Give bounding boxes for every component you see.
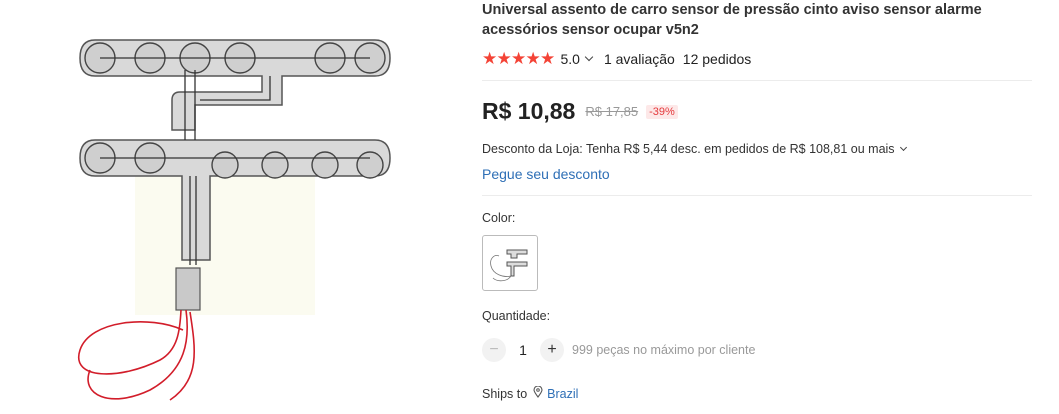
- star-icon: ★: [540, 49, 556, 68]
- orders-count: 12 pedidos: [682, 50, 752, 67]
- chevron-down-icon[interactable]: [899, 143, 907, 152]
- decrease-quantity-button[interactable]: −: [482, 338, 506, 362]
- quantity-label: Quantidade:: [482, 309, 551, 323]
- divider: [482, 195, 1032, 196]
- original-price: R$ 17,85: [585, 104, 639, 119]
- star-icon: ★: [496, 49, 512, 68]
- store-discount[interactable]: Desconto da Loja: Tenha R$ 5,44 desc. em…: [482, 142, 907, 156]
- quantity-input[interactable]: [506, 341, 540, 359]
- star-icon: ★: [511, 49, 527, 68]
- discount-badge: -39%: [646, 104, 678, 119]
- rating-value[interactable]: 5.0: [561, 51, 580, 67]
- ships-to-label: Ships to: [482, 386, 528, 401]
- star-icon: ★: [482, 49, 498, 68]
- location-pin-icon: [533, 385, 543, 401]
- color-label: Color:: [482, 211, 516, 225]
- reviews-count[interactable]: 1 avaliação: [604, 51, 675, 67]
- color-swatch[interactable]: [482, 235, 538, 291]
- product-image[interactable]: [0, 0, 470, 409]
- price-row: R$ 10,88 R$ 17,85 -39%: [482, 98, 678, 125]
- current-price: R$ 10,88: [482, 98, 576, 124]
- divider: [482, 80, 1032, 81]
- store-discount-text: Desconto da Loja: Tenha R$ 5,44 desc. em…: [482, 142, 895, 156]
- star-icon: ★: [525, 49, 541, 68]
- chevron-down-icon[interactable]: [584, 52, 594, 62]
- quantity-stepper: − + 999 peças no máximo por cliente: [482, 338, 755, 362]
- get-discount-link[interactable]: Pegue seu desconto: [482, 166, 610, 182]
- quantity-limit-note: 999 peças no máximo por cliente: [572, 343, 756, 357]
- sensor-image: [77, 39, 391, 401]
- increase-quantity-button[interactable]: +: [540, 338, 564, 362]
- swatch-thumbnail: [490, 249, 528, 282]
- shipping-row: Ships to Brazil: [482, 385, 578, 401]
- rating-row: ★ ★ ★ ★ ★ 5.0 1 avaliação 12 pedidos: [482, 50, 751, 67]
- product-title: Universal assento de carro sensor de pre…: [482, 2, 982, 38]
- star-rating[interactable]: ★ ★ ★ ★ ★: [482, 50, 555, 67]
- ships-to-country[interactable]: Brazil: [547, 387, 578, 401]
